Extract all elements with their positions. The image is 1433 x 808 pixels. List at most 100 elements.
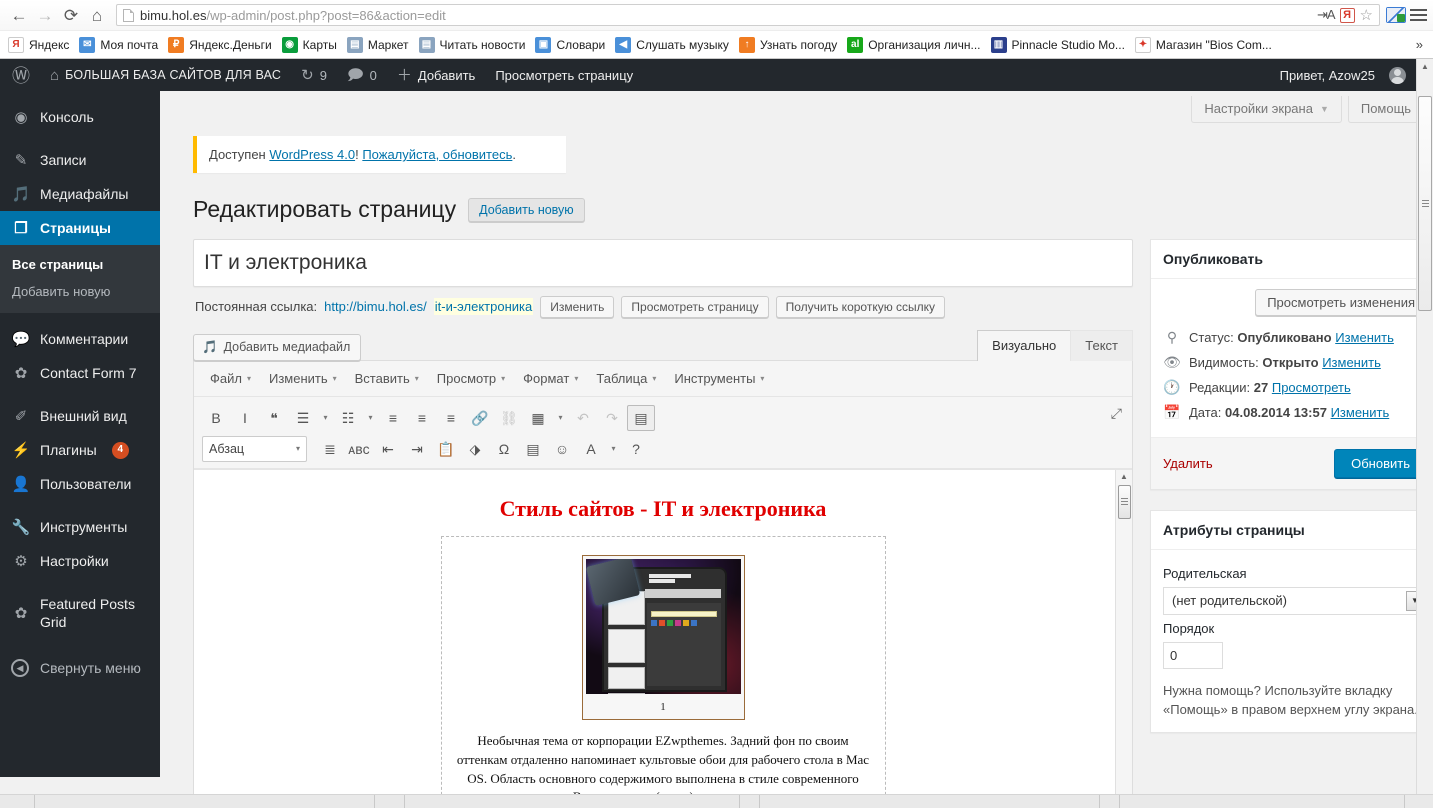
sidebar-item-featured-posts-grid[interactable]: ✿ Featured Posts Grid: [0, 587, 160, 639]
collapse-menu-button[interactable]: ◀ Свернуть меню: [0, 651, 160, 685]
adminbar-view-page[interactable]: Просмотреть страницу: [485, 59, 643, 91]
editor-content-area[interactable]: Стиль сайтов - IT и электроника 1 Необыч…: [194, 468, 1132, 808]
bookmark-item[interactable]: Я Яндекс: [4, 35, 75, 55]
bookmark-item[interactable]: ✉ Моя почта: [75, 35, 164, 55]
bookmark-item[interactable]: ✦ Магазин "Bios Com...: [1131, 35, 1278, 55]
address-bar[interactable]: bimu.hol.es/wp-admin/post.php?post=86&ac…: [116, 4, 1380, 26]
format-select[interactable]: Абзац ▾: [202, 435, 307, 462]
sidebar-item-консоль[interactable]: ◉ Консоль: [0, 100, 160, 134]
align-right-icon[interactable]: ≡: [437, 405, 465, 431]
sidebar-item-настройки[interactable]: ⚙ Настройки: [0, 544, 160, 578]
wordpress-logo-icon[interactable]: Ⓦ: [0, 62, 40, 88]
mce-menu-3[interactable]: Просмотр ▾: [429, 368, 513, 389]
adminbar-comments[interactable]: 🗩 0: [337, 59, 387, 91]
adminbar-updates[interactable]: ↻ 9: [291, 59, 337, 91]
table-icon[interactable]: ▦: [524, 405, 552, 431]
delete-link[interactable]: Удалить: [1163, 456, 1213, 471]
preview-changes-button[interactable]: Просмотреть изменения: [1255, 288, 1427, 316]
translate-icon[interactable]: ⇥A: [1317, 7, 1336, 23]
get-shortlink-button[interactable]: Получить короткую ссылку: [775, 295, 946, 318]
back-arrow-icon[interactable]: ←: [6, 2, 32, 28]
publish-row-link[interactable]: Изменить: [1322, 355, 1381, 370]
mce-menu-0[interactable]: Файл ▾: [202, 368, 259, 389]
editor-scroll-thumb[interactable]: [1117, 484, 1131, 519]
fullscreen-icon[interactable]: ⤢: [1111, 405, 1122, 422]
text-color-icon[interactable]: A: [577, 436, 605, 462]
keyboard-shortcuts-icon[interactable]: ?: [622, 436, 650, 462]
forward-arrow-icon[interactable]: →: [32, 2, 58, 28]
undo-icon[interactable]: ↶: [569, 405, 597, 431]
reload-icon[interactable]: ⟳: [58, 2, 84, 28]
bookmark-item[interactable]: ▣ Словари: [531, 35, 611, 55]
bookmark-item[interactable]: ₽ Яндекс.Деньги: [164, 35, 277, 55]
bookmark-item[interactable]: ▤ Маркет: [343, 35, 415, 55]
add-new-button[interactable]: Добавить новую: [468, 197, 585, 222]
sidebar-item-contact-form-7[interactable]: ✿ Contact Form 7: [0, 356, 160, 390]
numbered-list-caret-icon[interactable]: ▾: [363, 405, 378, 431]
outdent-icon[interactable]: ⇤: [374, 436, 402, 462]
bullet-list-icon[interactable]: ☰: [289, 405, 317, 431]
add-media-button[interactable]: 🎵 Добавить медиафайл: [193, 333, 362, 361]
strikethrough-icon[interactable]: ᴀʙᴄ: [345, 436, 373, 462]
mce-menu-6[interactable]: Инструменты ▾: [666, 368, 772, 389]
tab-text[interactable]: Текст: [1070, 329, 1133, 361]
publish-row-link[interactable]: Просмотреть: [1272, 380, 1351, 395]
submenu-item[interactable]: Добавить новую: [0, 278, 160, 305]
bookmark-star-icon[interactable]: ☆: [1360, 6, 1373, 24]
sidebar-item-внешний-вид[interactable]: ✐ Внешний вид: [0, 399, 160, 433]
content-figure[interactable]: 1 Необычная тема от корпорации EZwptheme…: [440, 535, 886, 808]
mce-menu-4[interactable]: Формат ▾: [515, 368, 586, 389]
special-character-icon[interactable]: Ω: [490, 436, 518, 462]
sidebar-item-страницы[interactable]: ❐ Страницы: [0, 211, 168, 245]
page-title-input[interactable]: [202, 242, 1124, 283]
justify-icon[interactable]: ≣: [316, 436, 344, 462]
bold-icon[interactable]: B: [202, 405, 230, 431]
edit-permalink-button[interactable]: Изменить: [540, 295, 615, 318]
permalink-slug[interactable]: it-и-электроника: [433, 298, 534, 316]
clear-formatting-icon[interactable]: ⬗: [461, 436, 489, 462]
emoticon-icon[interactable]: ☺: [548, 436, 576, 462]
update-button[interactable]: Обновить: [1334, 448, 1427, 478]
page-scroll-thumb[interactable]: [1418, 96, 1432, 311]
yandex-icon[interactable]: Я: [1339, 7, 1355, 23]
tab-visual[interactable]: Визуально: [977, 329, 1072, 361]
indent-icon[interactable]: ⇥: [403, 436, 431, 462]
home-icon[interactable]: ⌂: [84, 2, 110, 28]
insert-link-icon[interactable]: 🔗: [466, 405, 494, 431]
sidebar-item-комментарии[interactable]: 💬 Комментарии: [0, 322, 160, 356]
adminbar-new-content[interactable]: ＋ Добавить: [387, 59, 485, 91]
bookmarks-overflow-button[interactable]: »: [1416, 37, 1429, 52]
wordpress-version-link[interactable]: WordPress 4.0: [269, 147, 355, 162]
italic-icon[interactable]: I: [231, 405, 259, 431]
paste-as-text-icon[interactable]: 📋: [432, 436, 460, 462]
bullet-list-caret-icon[interactable]: ▾: [318, 405, 333, 431]
unlink-icon[interactable]: ⛓: [495, 405, 523, 431]
blockquote-icon[interactable]: ❝: [260, 405, 288, 431]
mail-extension-icon[interactable]: [1386, 7, 1406, 23]
parent-select[interactable]: (нет родительской) ▼: [1163, 586, 1427, 615]
bookmark-item[interactable]: ▤ Читать новости: [415, 35, 532, 55]
mce-menu-2[interactable]: Вставить ▾: [347, 368, 427, 389]
mce-menu-5[interactable]: Таблица ▾: [588, 368, 664, 389]
sidebar-item-инструменты[interactable]: 🔧 Инструменты: [0, 510, 160, 544]
sidebar-item-плагины[interactable]: ⚡ Плагины 4: [0, 433, 160, 467]
toggle-toolbar-icon[interactable]: ▤: [627, 404, 655, 431]
scroll-up-arrow-icon[interactable]: ▲: [1421, 59, 1429, 74]
bookmark-item[interactable]: ▥ Pinnacle Studio Mo...: [987, 35, 1131, 55]
adminbar-site-name[interactable]: ⌂ БОЛЬШАЯ БАЗА САЙТОВ ДЛЯ ВАС: [40, 59, 291, 91]
submenu-item[interactable]: Все страницы: [0, 251, 160, 278]
sidebar-item-медиафайлы[interactable]: 🎵 Медиафайлы: [0, 177, 160, 211]
bookmark-item[interactable]: ◉ Карты: [278, 35, 343, 55]
please-update-link[interactable]: Пожалуйста, обновитесь: [362, 147, 512, 162]
align-center-icon[interactable]: ≡: [408, 405, 436, 431]
scroll-up-arrow-icon[interactable]: ▲: [1120, 470, 1128, 483]
bookmark-item[interactable]: al Организация личн...: [843, 35, 986, 55]
page-scrollbar[interactable]: ▲ ▼: [1416, 59, 1433, 808]
menu-order-input[interactable]: [1163, 641, 1223, 669]
publish-row-link[interactable]: Изменить: [1335, 330, 1394, 345]
editor-scrollbar[interactable]: ▲ ▼: [1115, 469, 1132, 808]
permalink-url[interactable]: http://bimu.hol.es/: [324, 299, 427, 314]
view-page-button[interactable]: Просмотреть страницу: [621, 295, 769, 318]
redo-icon[interactable]: ↷: [598, 405, 626, 431]
page-scroll-track[interactable]: [1417, 74, 1433, 793]
